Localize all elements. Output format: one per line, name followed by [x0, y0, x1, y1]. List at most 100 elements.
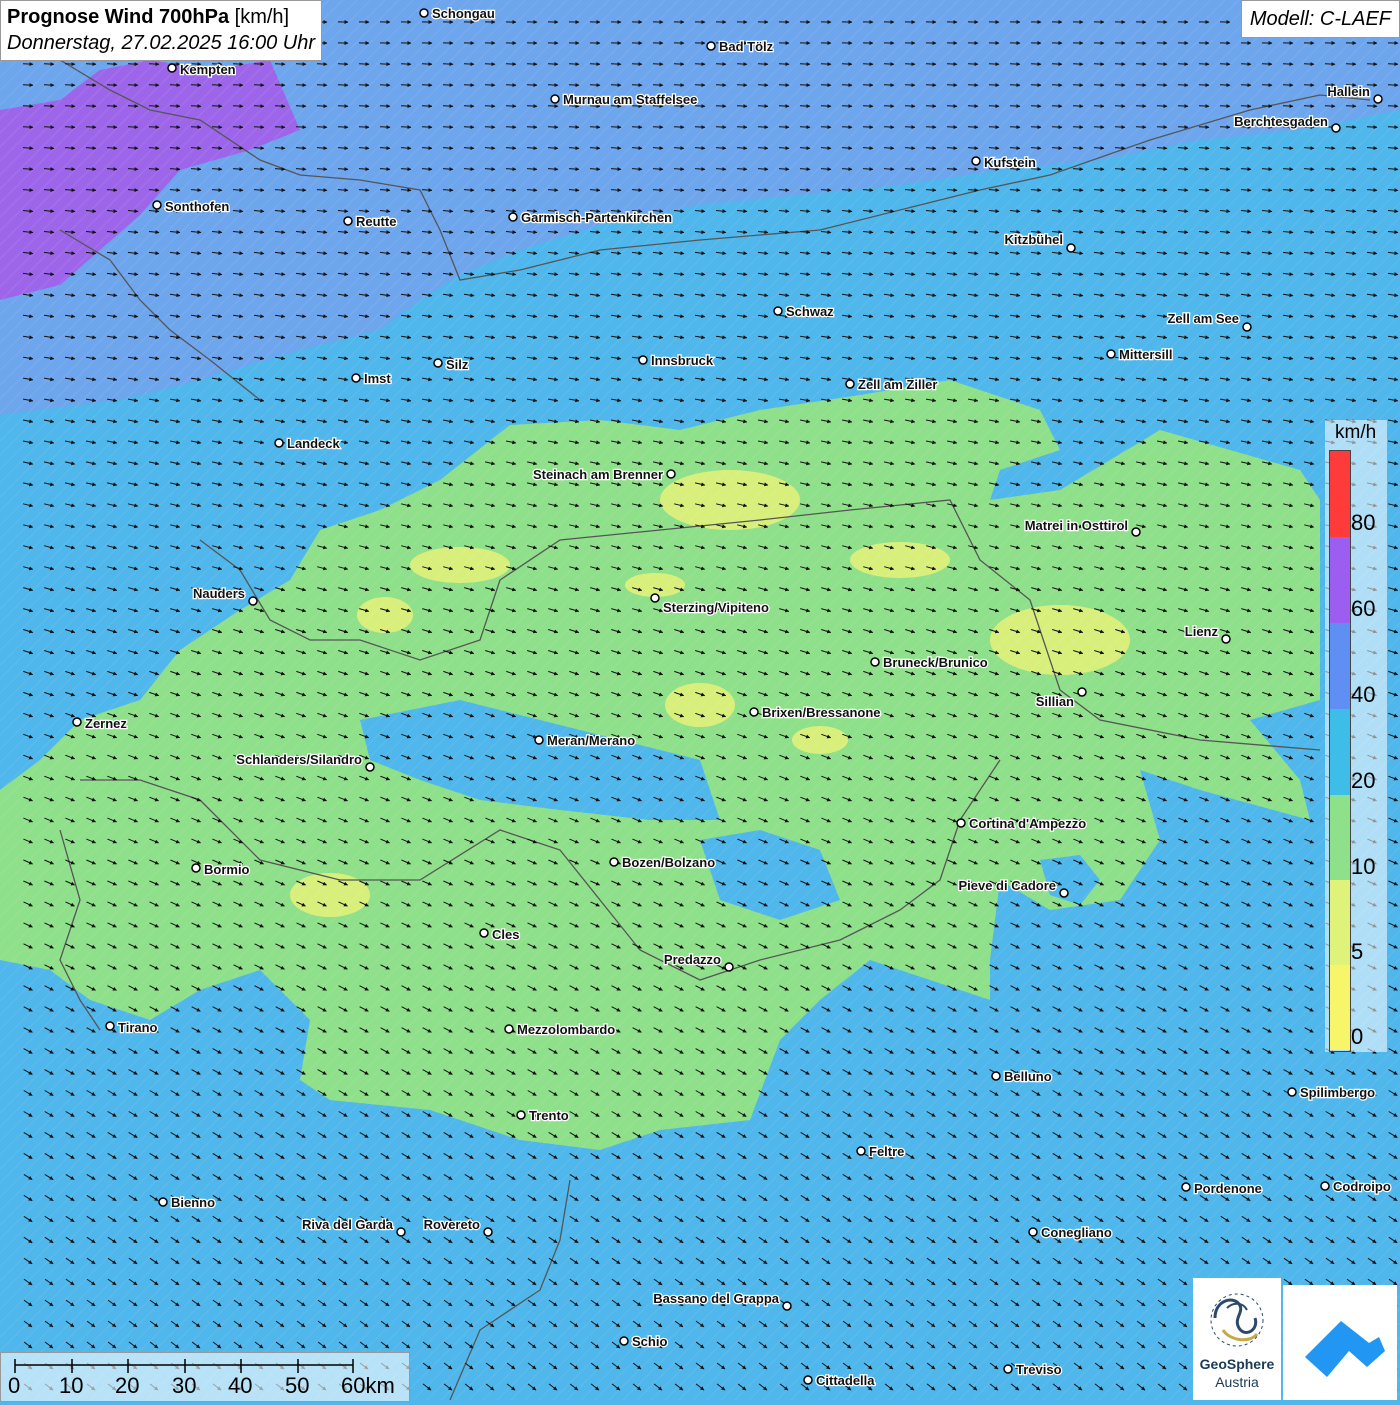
legend-seg-purple: [1330, 537, 1350, 623]
city-dot: [774, 307, 782, 315]
city-dot: [420, 9, 428, 17]
city-dot: [1182, 1183, 1190, 1191]
wind-arrow: [233, 106, 243, 107]
city-label: Schwaz: [786, 304, 834, 319]
wind-arrow: [884, 106, 894, 107]
city-label: Mittersill: [1119, 347, 1172, 362]
city-label: Kufstein: [984, 155, 1036, 170]
legend-label: 5: [1351, 939, 1363, 965]
wind-arrow: [1388, 127, 1398, 128]
map-subtitle: Donnerstag, 27.02.2025 16:00 Uhr: [7, 30, 315, 56]
wind-arrow: [527, 127, 537, 128]
model-label: Modell: C-LAEF: [1241, 0, 1400, 38]
city-dot: [846, 380, 854, 388]
city-dot: [620, 1337, 628, 1345]
city-dot: [957, 819, 965, 827]
city-dot: [366, 763, 374, 771]
wind-arrow: [1073, 106, 1083, 107]
wind-arrow: [1157, 127, 1167, 128]
wind-arrow: [926, 106, 936, 107]
city-label: Brixen/Bressanone: [762, 705, 881, 720]
wind-arrow: [23, 106, 33, 107]
city-label: Kitzbühel: [1005, 232, 1064, 247]
wind-arrow: [233, 127, 243, 128]
city-dot: [480, 929, 488, 937]
wind-arrow: [359, 127, 369, 128]
cloud-arrow-icon: [1283, 1285, 1397, 1400]
wind-arrow: [401, 106, 411, 107]
city-dot: [192, 864, 200, 872]
wind-arrow: [23, 127, 33, 128]
city-dot: [639, 356, 647, 364]
legend-label: 80: [1351, 510, 1375, 536]
wind-arrow: [926, 127, 936, 128]
city-dot: [509, 213, 517, 221]
legend-label: 0: [1351, 1024, 1363, 1050]
title-box: Prognose Wind 700hPa [km/h] Donnerstag, …: [0, 0, 322, 61]
scale-label: 50: [285, 1373, 309, 1399]
scale-label: 40: [228, 1373, 252, 1399]
city-label: Schlanders/Silandro: [236, 752, 362, 767]
geosphere-sub: Austria: [1193, 1374, 1281, 1390]
city-label: Feltre: [869, 1144, 904, 1159]
city-dot: [992, 1072, 1000, 1080]
wind-arrow: [1136, 127, 1146, 128]
city-label: Schongau: [432, 6, 495, 21]
wind-arrow: [44, 106, 54, 107]
city-dot: [1060, 889, 1068, 897]
wind-arrow: [1304, 106, 1314, 107]
wind-arrow: [842, 106, 852, 107]
legend-seg-lightgreen: [1330, 880, 1350, 965]
wind-map: SchongauBad TölzKemptenMurnau am Staffel…: [0, 0, 1400, 1400]
legend-label: 20: [1351, 768, 1375, 794]
wind-arrow: [674, 127, 684, 128]
city-dot: [106, 1022, 114, 1030]
city-label: Silz: [446, 357, 469, 372]
wind-arrow: [1388, 106, 1398, 107]
legend-bar: [1329, 450, 1351, 1052]
geosphere-emblem-icon: [1193, 1278, 1281, 1356]
map-title: Prognose Wind 700hPa [km/h]: [7, 4, 315, 30]
city-label: Steinach am Brenner: [533, 467, 663, 482]
city-dot: [871, 658, 879, 666]
wind-arrow: [44, 127, 54, 128]
city-label: Bruneck/Brunico: [883, 655, 988, 670]
legend-label: 40: [1351, 682, 1375, 708]
wind-arrow: [401, 127, 411, 128]
wind-arrow: [821, 127, 831, 128]
city-label: Bormio: [204, 862, 250, 877]
wind-arrow: [1367, 106, 1377, 107]
city-label: Garmisch-Partenkirchen: [521, 210, 672, 225]
wind-arrow: [1115, 106, 1125, 107]
city-dot: [484, 1228, 492, 1236]
wind-arrow: [800, 127, 810, 128]
city-dot: [249, 597, 257, 605]
city-label: Berchtesgaden: [1234, 114, 1328, 129]
wind-arrow: [800, 106, 810, 107]
city-dot: [505, 1025, 513, 1033]
wind-arrow: [275, 106, 285, 107]
city-label: Bozen/Bolzano: [622, 855, 715, 870]
city-dot: [153, 201, 161, 209]
city-dot: [1132, 528, 1140, 536]
wind-arrow: [716, 106, 726, 107]
geosphere-name: GeoSphere: [1193, 1356, 1281, 1372]
city-label: Murnau am Staffelsee: [563, 92, 697, 107]
wind-arrow: [338, 127, 348, 128]
city-dot: [73, 718, 81, 726]
wind-arrow: [1199, 106, 1209, 107]
city-label: Zell am Ziller: [858, 377, 937, 392]
city-dot: [1243, 323, 1251, 331]
city-label: Matrei in Osttirol: [1025, 518, 1128, 533]
city-label: Bad Tölz: [719, 39, 774, 54]
wind-arrow: [1136, 106, 1146, 107]
wind-arrow: [758, 127, 768, 128]
city-label: Pieve di Cadore: [958, 878, 1056, 893]
legend-seg-yellow: [1330, 965, 1350, 1050]
wind-arrow: [590, 127, 600, 128]
city-dot: [750, 708, 758, 716]
wind-arrow: [128, 106, 138, 107]
city-dot: [1029, 1228, 1037, 1236]
wind-arrow: [863, 106, 873, 107]
wind-arrow: [968, 106, 978, 107]
